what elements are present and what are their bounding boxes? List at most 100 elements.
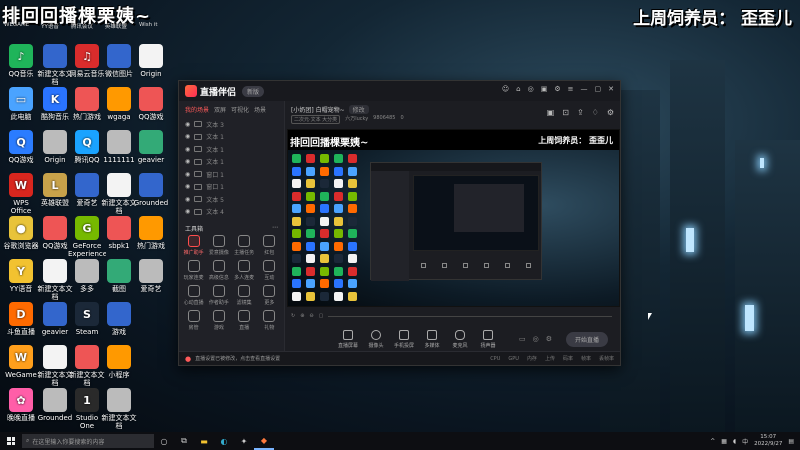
desktop-icon[interactable]: 游戏 xyxy=(100,302,138,344)
desktop-icon[interactable]: W WeGame xyxy=(2,345,40,387)
record-icon[interactable]: ▭ xyxy=(519,335,526,343)
tool-item[interactable]: 爱意摄像 xyxy=(206,235,231,256)
tool-item[interactable]: 互动 xyxy=(257,260,282,281)
eye-icon[interactable]: ◉ xyxy=(185,158,190,165)
target-icon[interactable]: ◎ xyxy=(528,85,534,93)
tool-item[interactable]: 推广助手 xyxy=(181,235,206,256)
network-icon[interactable]: ▦ xyxy=(721,438,727,445)
room-category[interactable]: 二次元·文本 大分类 xyxy=(291,115,341,124)
speaker-button[interactable]: 扬声器 xyxy=(477,329,499,349)
clock[interactable]: 15:07 2022/9/27 xyxy=(754,434,782,448)
maximize-button[interactable]: ▢ xyxy=(595,85,602,93)
start-button[interactable] xyxy=(0,432,22,450)
taskbar-search[interactable]: ⌕ 在这里输入你要搜索的内容 xyxy=(22,434,154,448)
source-item[interactable]: ◉ 窗口 1 xyxy=(179,168,284,181)
eye-icon[interactable]: ◉ xyxy=(185,196,190,203)
source-item[interactable]: ◉ 窗口 1 xyxy=(179,181,284,194)
source-item[interactable]: ◉ 文本 5 xyxy=(179,193,284,206)
cortana-icon[interactable]: ○ xyxy=(154,432,174,450)
desktop-icon[interactable]: Grounded xyxy=(132,173,170,215)
source-item[interactable]: ◉ 文本 3 xyxy=(179,118,284,131)
zoom-out-icon[interactable]: ⊖ xyxy=(309,313,313,319)
edge-icon[interactable]: ◐ xyxy=(214,432,234,450)
desktop-icon-label[interactable]: 腾讯会议 xyxy=(71,22,93,30)
tool-item[interactable]: 礼物 xyxy=(257,310,282,331)
tool-item[interactable]: 心动直播 xyxy=(181,285,206,306)
desktop-icon[interactable]: Y YY语音 xyxy=(2,259,40,301)
rotate-icon[interactable]: ↻ xyxy=(291,313,295,319)
start-live-button[interactable]: 开始直播 xyxy=(566,331,609,347)
tab-scene[interactable]: 场景 xyxy=(254,105,266,114)
desktop-icon[interactable]: Origin xyxy=(132,44,170,86)
eye-icon[interactable]: ◉ xyxy=(185,183,190,190)
settings-icon[interactable]: ⚙ xyxy=(546,335,552,343)
tool-item[interactable]: 红包 xyxy=(257,235,282,256)
close-button[interactable]: ✕ xyxy=(608,85,614,93)
desktop-icon[interactable]: 热门游戏 xyxy=(132,216,170,258)
version-badge[interactable]: 新版 xyxy=(242,85,265,97)
desktop-icon-label[interactable]: 英雄联盟 xyxy=(105,22,127,30)
notification-icon[interactable]: ▤ xyxy=(788,438,794,445)
zoom-in-icon[interactable]: ⊕ xyxy=(300,313,304,319)
source-item[interactable]: ◉ 文本 1 xyxy=(179,143,284,156)
settings-icon[interactable]: ⚙ xyxy=(607,108,614,117)
gift-icon[interactable]: ▣ xyxy=(547,108,555,117)
desktop-icon[interactable]: D 斗鱼直播 xyxy=(2,302,40,344)
screen-icon[interactable]: ▣ xyxy=(541,85,548,93)
frame-icon[interactable]: ▢ xyxy=(319,313,324,319)
phone-cast-button[interactable]: 手机投屏 xyxy=(393,329,415,349)
desktop-icon[interactable]: W WPS Office xyxy=(2,173,40,215)
bell-icon[interactable]: ♢ xyxy=(592,108,599,117)
lock-icon[interactable]: ⊡ xyxy=(562,108,569,117)
room-title[interactable]: [小奶团] 白帽宠物~ xyxy=(291,105,345,114)
file-explorer-icon[interactable]: ▬ xyxy=(194,432,214,450)
desktop-icon[interactable]: ✿ 晚晚直播 xyxy=(2,388,40,430)
eye-icon[interactable]: ◉ xyxy=(185,171,190,178)
desktop-icon-label[interactable]: YY语音 xyxy=(41,22,59,30)
tool-item[interactable]: 多人连麦 xyxy=(232,260,257,281)
desktop-icon[interactable]: ▭ 此电脑 xyxy=(2,87,40,129)
tray-arrow-icon[interactable]: ^ xyxy=(710,438,715,445)
desktop-icon[interactable]: ♪ QQ音乐 xyxy=(2,44,40,86)
menu-icon[interactable]: ≡ xyxy=(568,85,574,93)
tool-item[interactable]: 玩家连麦 xyxy=(181,260,206,281)
eye-icon[interactable]: ◉ xyxy=(185,146,190,153)
task-view-icon[interactable]: ⧉ xyxy=(174,432,194,450)
stream-preview[interactable]: 排回回播棵栗姨~ 上周饲养员： 歪歪儿 xyxy=(287,129,620,307)
share-icon[interactable]: ⇪ xyxy=(577,108,584,117)
desktop-icon[interactable]: QQ游戏 xyxy=(132,87,170,129)
desktop-icon[interactable]: 小程序 xyxy=(100,345,138,387)
camera-button[interactable]: 摄像头 xyxy=(365,329,387,349)
tab-dual-screen[interactable]: 双屏 xyxy=(214,105,226,114)
tab-visual[interactable]: 可视化 xyxy=(231,105,249,114)
avatar-icon[interactable]: ☺ xyxy=(502,85,509,93)
live-companion-taskbar-icon[interactable]: ◆ xyxy=(254,432,274,450)
edit-room-button[interactable]: 修改 xyxy=(348,105,369,114)
volume-icon[interactable]: ◖ xyxy=(733,438,736,445)
media-button[interactable]: 多媒体 xyxy=(421,329,443,349)
tool-item[interactable]: 房管 xyxy=(181,310,206,331)
desktop-icon[interactable]: 新建文本文档 xyxy=(100,388,138,430)
eye-icon[interactable]: ◉ xyxy=(185,208,190,215)
tool-item[interactable]: 游戏 xyxy=(206,310,231,331)
eye-icon[interactable]: ◉ xyxy=(185,133,190,140)
more-icon[interactable]: ⋯ xyxy=(272,224,278,233)
desktop-icon-label[interactable]: WEGAME xyxy=(4,22,29,30)
desktop-icon[interactable]: ● 谷歌浏览器 xyxy=(2,216,40,258)
home-icon[interactable]: ⌂ xyxy=(516,85,520,93)
tool-item[interactable]: 作者助手 xyxy=(206,285,231,306)
screen-capture-button[interactable]: 直播屏幕 xyxy=(337,329,359,349)
microphone-button[interactable]: 麦克风 xyxy=(449,329,471,349)
source-item[interactable]: ◉ 文本 4 xyxy=(179,206,284,219)
settings-icon[interactable]: ⚙ xyxy=(554,85,560,93)
desktop-icon[interactable]: geavier xyxy=(132,130,170,172)
tool-item[interactable]: 主播任务 xyxy=(232,235,257,256)
eye-icon[interactable]: ◎ xyxy=(533,335,539,343)
language-indicator[interactable]: 中 xyxy=(742,437,748,446)
desktop-icon[interactable]: Q QQ游戏 xyxy=(2,130,40,172)
desktop-icon[interactable]: 爱奇艺 xyxy=(132,259,170,301)
tool-item[interactable]: 更多 xyxy=(257,285,282,306)
source-item[interactable]: ◉ 文本 1 xyxy=(179,131,284,144)
tool-item[interactable]: 直播 xyxy=(232,310,257,331)
source-item[interactable]: ◉ 文本 1 xyxy=(179,156,284,169)
